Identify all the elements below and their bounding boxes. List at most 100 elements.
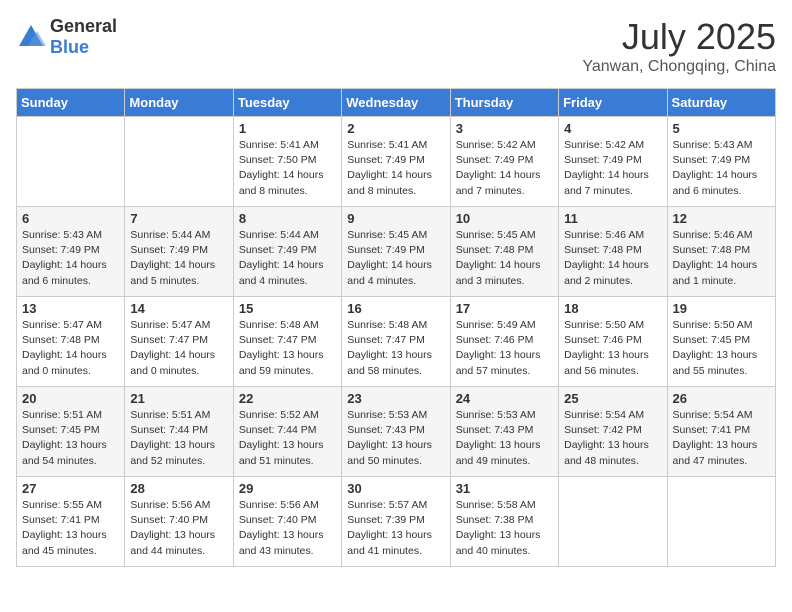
weekday-header: Thursday <box>450 89 558 117</box>
month-title: July 2025 <box>582 16 776 58</box>
day-info: Sunrise: 5:56 AM Sunset: 7:40 PM Dayligh… <box>130 498 227 559</box>
calendar-cell <box>667 477 775 567</box>
calendar-cell: 31 Sunrise: 5:58 AM Sunset: 7:38 PM Dayli… <box>450 477 558 567</box>
calendar-cell: 28 Sunrise: 5:56 AM Sunset: 7:40 PM Dayli… <box>125 477 233 567</box>
weekday-header: Friday <box>559 89 667 117</box>
day-info: Sunrise: 5:44 AM Sunset: 7:49 PM Dayligh… <box>239 228 336 289</box>
day-number: 21 <box>130 391 227 406</box>
calendar-cell: 15Sunrise: 5:48 AM Sunset: 7:47 PM Dayli… <box>233 297 341 387</box>
day-info: Sunrise: 5:48 AM Sunset: 7:47 PM Dayligh… <box>239 318 336 379</box>
day-number: 2 <box>347 121 444 136</box>
calendar-cell: 2 Sunrise: 5:41 AM Sunset: 7:49 PM Daylig… <box>342 117 450 207</box>
day-number: 5 <box>673 121 770 136</box>
calendar-cell: 23 Sunrise: 5:53 AM Sunset: 7:43 PM Dayli… <box>342 387 450 477</box>
day-info: Sunrise: 5:51 AM Sunset: 7:45 PM Dayligh… <box>22 408 119 469</box>
day-number: 30 <box>347 481 444 496</box>
calendar-cell: 8 Sunrise: 5:44 AM Sunset: 7:49 PM Daylig… <box>233 207 341 297</box>
calendar-cell: 10Sunrise: 5:45 AM Sunset: 7:48 PM Dayli… <box>450 207 558 297</box>
calendar-cell: 11 Sunrise: 5:46 AM Sunset: 7:48 PM Dayli… <box>559 207 667 297</box>
day-number: 1 <box>239 121 336 136</box>
day-info: Sunrise: 5:43 AM Sunset: 7:49 PM Dayligh… <box>22 228 119 289</box>
day-number: 24 <box>456 391 553 406</box>
location-title: Yanwan, Chongqing, China <box>582 58 776 76</box>
calendar-cell: 14Sunrise: 5:47 AM Sunset: 7:47 PM Dayli… <box>125 297 233 387</box>
weekday-header: Tuesday <box>233 89 341 117</box>
calendar-week-row: 20Sunrise: 5:51 AM Sunset: 7:45 PM Dayli… <box>17 387 776 477</box>
logo-general: General <box>50 16 117 36</box>
day-info: Sunrise: 5:54 AM Sunset: 7:41 PM Dayligh… <box>673 408 770 469</box>
calendar-table: SundayMondayTuesdayWednesdayThursdayFrid… <box>16 88 776 567</box>
day-info: Sunrise: 5:45 AM Sunset: 7:49 PM Dayligh… <box>347 228 444 289</box>
day-number: 22 <box>239 391 336 406</box>
day-number: 23 <box>347 391 444 406</box>
day-info: Sunrise: 5:54 AM Sunset: 7:42 PM Dayligh… <box>564 408 661 469</box>
day-number: 25 <box>564 391 661 406</box>
calendar-cell: 18 Sunrise: 5:50 AM Sunset: 7:46 PM Dayli… <box>559 297 667 387</box>
day-info: Sunrise: 5:46 AM Sunset: 7:48 PM Dayligh… <box>564 228 661 289</box>
calendar-cell: 9 Sunrise: 5:45 AM Sunset: 7:49 PM Daylig… <box>342 207 450 297</box>
day-number: 19 <box>673 301 770 316</box>
calendar-cell: 16Sunrise: 5:48 AM Sunset: 7:47 PM Dayli… <box>342 297 450 387</box>
day-number: 18 <box>564 301 661 316</box>
day-number: 7 <box>130 211 227 226</box>
day-info: Sunrise: 5:50 AM Sunset: 7:45 PM Dayligh… <box>673 318 770 379</box>
calendar-week-row: 13Sunrise: 5:47 AM Sunset: 7:48 PM Dayli… <box>17 297 776 387</box>
day-info: Sunrise: 5:56 AM Sunset: 7:40 PM Dayligh… <box>239 498 336 559</box>
calendar-cell: 17 Sunrise: 5:49 AM Sunset: 7:46 PM Dayli… <box>450 297 558 387</box>
day-info: Sunrise: 5:58 AM Sunset: 7:38 PM Dayligh… <box>456 498 553 559</box>
calendar-week-row: 1 Sunrise: 5:41 AM Sunset: 7:50 PM Daylig… <box>17 117 776 207</box>
calendar-cell: 22 Sunrise: 5:52 AM Sunset: 7:44 PM Dayli… <box>233 387 341 477</box>
calendar-cell: 19 Sunrise: 5:50 AM Sunset: 7:45 PM Dayli… <box>667 297 775 387</box>
day-number: 9 <box>347 211 444 226</box>
calendar-week-row: 27Sunrise: 5:55 AM Sunset: 7:41 PM Dayli… <box>17 477 776 567</box>
day-info: Sunrise: 5:41 AM Sunset: 7:50 PM Dayligh… <box>239 138 336 199</box>
calendar-cell: 5 Sunrise: 5:43 AM Sunset: 7:49 PM Daylig… <box>667 117 775 207</box>
day-info: Sunrise: 5:44 AM Sunset: 7:49 PM Dayligh… <box>130 228 227 289</box>
day-number: 10 <box>456 211 553 226</box>
calendar-week-row: 6 Sunrise: 5:43 AM Sunset: 7:49 PM Daylig… <box>17 207 776 297</box>
day-info: Sunrise: 5:47 AM Sunset: 7:47 PM Dayligh… <box>130 318 227 379</box>
weekday-header: Monday <box>125 89 233 117</box>
calendar-cell: 27Sunrise: 5:55 AM Sunset: 7:41 PM Dayli… <box>17 477 125 567</box>
weekday-header-row: SundayMondayTuesdayWednesdayThursdayFrid… <box>17 89 776 117</box>
weekday-header: Saturday <box>667 89 775 117</box>
calendar-cell: 25 Sunrise: 5:54 AM Sunset: 7:42 PM Dayli… <box>559 387 667 477</box>
day-info: Sunrise: 5:43 AM Sunset: 7:49 PM Dayligh… <box>673 138 770 199</box>
day-info: Sunrise: 5:52 AM Sunset: 7:44 PM Dayligh… <box>239 408 336 469</box>
calendar-cell <box>559 477 667 567</box>
calendar-cell: 3Sunrise: 5:42 AM Sunset: 7:49 PM Daylig… <box>450 117 558 207</box>
day-info: Sunrise: 5:53 AM Sunset: 7:43 PM Dayligh… <box>347 408 444 469</box>
day-number: 8 <box>239 211 336 226</box>
logo-icon <box>16 22 46 52</box>
logo-blue: Blue <box>50 37 89 57</box>
weekday-header: Sunday <box>17 89 125 117</box>
day-number: 12 <box>673 211 770 226</box>
logo: General Blue <box>16 16 117 58</box>
calendar-cell: 1 Sunrise: 5:41 AM Sunset: 7:50 PM Daylig… <box>233 117 341 207</box>
day-info: Sunrise: 5:49 AM Sunset: 7:46 PM Dayligh… <box>456 318 553 379</box>
day-number: 4 <box>564 121 661 136</box>
page-header: General Blue July 2025 Yanwan, Chongqing… <box>16 16 776 76</box>
calendar-cell <box>125 117 233 207</box>
day-number: 31 <box>456 481 553 496</box>
day-info: Sunrise: 5:46 AM Sunset: 7:48 PM Dayligh… <box>673 228 770 289</box>
calendar-cell: 21 Sunrise: 5:51 AM Sunset: 7:44 PM Dayli… <box>125 387 233 477</box>
day-number: 28 <box>130 481 227 496</box>
calendar-cell: 4Sunrise: 5:42 AM Sunset: 7:49 PM Daylig… <box>559 117 667 207</box>
day-info: Sunrise: 5:57 AM Sunset: 7:39 PM Dayligh… <box>347 498 444 559</box>
day-number: 11 <box>564 211 661 226</box>
calendar-cell <box>17 117 125 207</box>
calendar-cell: 29Sunrise: 5:56 AM Sunset: 7:40 PM Dayli… <box>233 477 341 567</box>
day-number: 16 <box>347 301 444 316</box>
calendar-cell: 12 Sunrise: 5:46 AM Sunset: 7:48 PM Dayli… <box>667 207 775 297</box>
calendar-cell: 24Sunrise: 5:53 AM Sunset: 7:43 PM Dayli… <box>450 387 558 477</box>
day-info: Sunrise: 5:42 AM Sunset: 7:49 PM Dayligh… <box>456 138 553 199</box>
day-info: Sunrise: 5:41 AM Sunset: 7:49 PM Dayligh… <box>347 138 444 199</box>
day-info: Sunrise: 5:55 AM Sunset: 7:41 PM Dayligh… <box>22 498 119 559</box>
day-number: 6 <box>22 211 119 226</box>
day-info: Sunrise: 5:51 AM Sunset: 7:44 PM Dayligh… <box>130 408 227 469</box>
weekday-header: Wednesday <box>342 89 450 117</box>
day-number: 17 <box>456 301 553 316</box>
day-info: Sunrise: 5:50 AM Sunset: 7:46 PM Dayligh… <box>564 318 661 379</box>
day-number: 13 <box>22 301 119 316</box>
